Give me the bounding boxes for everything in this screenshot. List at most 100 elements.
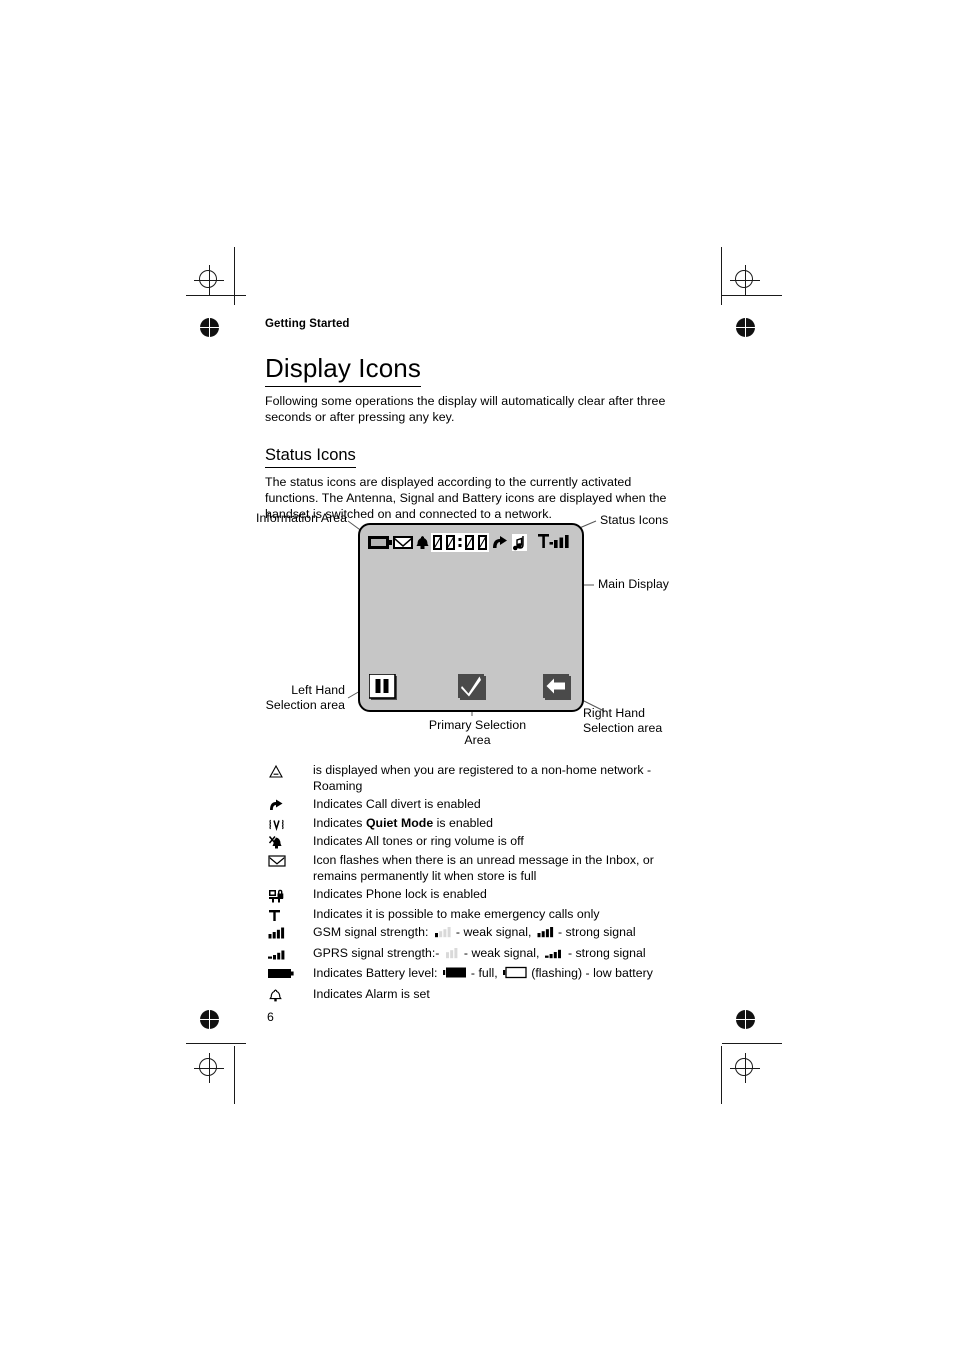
battery-label: Indicates Battery level: [313, 966, 438, 981]
callout-main-display: Main Display [598, 577, 669, 591]
legend-text-unread-message: Icon flashes when there is an unread mes… [313, 852, 654, 883]
legend-row-battery-level: Indicates Battery level: - full, (flashi… [265, 966, 675, 984]
legend-row-call-divert: Indicates Call divert is enabled [265, 797, 675, 813]
trim-line-right-v [721, 247, 723, 305]
quiet-mode-icon [265, 816, 313, 832]
legend-row-phone-lock: Indicates Phone lock is enabled [265, 887, 675, 904]
quiet-mode-text-before: Indicates [313, 815, 366, 830]
registration-mark-top-left [194, 265, 224, 295]
trim-line-bottom-left-h [186, 1043, 246, 1045]
emergency-antenna-icon [265, 907, 313, 923]
legend-text-phone-lock: Indicates Phone lock is enabled [313, 887, 487, 902]
call-divert-icon [265, 797, 313, 812]
call-divert-icon [491, 534, 509, 551]
clock-digit-minute-tens [463, 532, 476, 552]
clock-digit-hour-ones [444, 532, 457, 552]
legend-text-gsm-signal: GSM signal strength: - weak signal, - st… [313, 925, 675, 943]
status-bar [368, 530, 571, 554]
legend-row-unread-message: Icon flashes when there is an unread mes… [265, 853, 675, 885]
gprs-signal-icon [265, 946, 313, 961]
icon-legend-list: is displayed when you are registered to … [265, 763, 675, 1005]
callout-primary-selection-line2: Area [464, 733, 491, 747]
callout-primary-selection-line1: Primary Selection [428, 718, 527, 732]
running-head: Getting Started [265, 318, 350, 330]
battery-full-text: - full, [470, 966, 498, 981]
legend-text-all-tones-off: Indicates All tones or ring volume is of… [313, 834, 524, 849]
section-title-wrap: Status Icons [265, 446, 675, 468]
legend-text-emergency-calls: Indicates it is possible to make emergen… [313, 906, 600, 921]
legend-text-roaming: is displayed when you are registered to … [313, 763, 652, 793]
battery-icon [368, 534, 392, 551]
phone-display-frame [358, 523, 584, 712]
legend-row-gsm-signal: GSM signal strength: - weak signal, - st… [265, 925, 675, 943]
legend-row-alarm: Indicates Alarm is set [265, 987, 675, 1003]
trim-line-top-left-h [186, 295, 246, 297]
gsm-weak-text: - weak signal, [455, 925, 532, 940]
callout-right-hand-line2: Selection area [583, 721, 663, 735]
page-title-wrap: Display Icons [265, 353, 675, 388]
softkey-row [360, 673, 582, 704]
callout-right-hand-line1: Right Hand [583, 706, 646, 720]
alarm-bell-icon [414, 534, 431, 551]
legend-row-roaming: is displayed when you are registered to … [265, 763, 675, 795]
registration-mark-bottom-right [730, 1053, 760, 1083]
callout-left-hand-line2: Selection area [265, 698, 345, 712]
legend-row-gprs-signal: GPRS signal strength:- - weak signal, - … [265, 946, 675, 964]
battery-low-text: (flashing) - low battery [531, 966, 653, 981]
gprs-strong-signal-icon [544, 947, 566, 964]
page-title: Display Icons [265, 353, 421, 388]
roaming-triangle-icon [265, 763, 313, 779]
gprs-strong-text: - strong signal [567, 945, 646, 960]
gsm-weak-signal-icon [434, 926, 454, 943]
registration-dot-bottom-left [200, 1010, 219, 1029]
battery-low-icon [503, 966, 529, 984]
music-note-icon [512, 533, 527, 551]
trim-line-bottom-left-v [234, 1046, 236, 1104]
antenna-signal-icon [538, 533, 571, 551]
battery-full-icon [442, 966, 469, 984]
right-softkey-left-arrow-icon[interactable] [543, 674, 573, 702]
quiet-mode-text-bold: Quiet Mode [365, 815, 434, 830]
clock-digit-hour-tens [431, 532, 444, 552]
registration-circle [735, 1058, 753, 1076]
gprs-weak-text: - weak signal, [463, 945, 540, 960]
battery-icon [265, 966, 313, 980]
callout-information-area: Information Area [256, 511, 348, 525]
registration-mark-top-right [730, 265, 760, 295]
intro-paragraph: Following some operations the display wi… [265, 394, 666, 425]
trim-line-left-v [234, 247, 236, 305]
muted-bell-icon [265, 834, 313, 850]
page-number: 6 [267, 1010, 274, 1024]
gsm-label: GSM signal strength: [313, 925, 429, 940]
quiet-mode-text-after: is enabled [433, 815, 493, 830]
legend-text-battery-level: Indicates Battery level: - full, (flashi… [313, 966, 675, 984]
section-title: Status Icons [265, 446, 356, 468]
registration-dot-bottom-right [736, 1010, 755, 1029]
trim-line-bottom-right-h [722, 1043, 782, 1045]
registration-mark-bottom-left [194, 1053, 224, 1083]
legend-row-emergency-calls: Indicates it is possible to make emergen… [265, 907, 675, 923]
legend-row-quiet-mode: Indicates Quiet Mode is enabled [265, 816, 675, 832]
envelope-icon [265, 853, 313, 868]
gprs-weak-signal-icon [445, 947, 462, 964]
callout-status-icons: Status Icons [600, 513, 669, 527]
registration-dot-top-right [736, 318, 755, 337]
legend-text-call-divert: Indicates Call divert is enabled [313, 797, 481, 812]
gsm-signal-icon [265, 925, 313, 940]
legend-text-quiet-mode: Indicates Quiet Mode is enabled [313, 816, 675, 832]
alarm-bell-icon [265, 987, 313, 1003]
trim-line-top-right-h [722, 295, 782, 297]
registration-dot-top-left [200, 318, 219, 337]
envelope-icon [392, 534, 414, 551]
registration-circle [199, 1058, 217, 1076]
gsm-strong-text: - strong signal [557, 925, 636, 940]
gprs-label: GPRS signal strength:- [313, 945, 440, 960]
gsm-strong-signal-icon [537, 926, 556, 943]
page-content: Getting Started Display Icons Following … [265, 318, 675, 522]
primary-softkey-checkmark-icon[interactable] [458, 674, 488, 702]
registration-circle [735, 270, 753, 288]
trim-line-bottom-right-v [721, 1046, 723, 1104]
left-softkey-pause-bars-icon[interactable] [368, 673, 399, 702]
callout-left-hand-line1: Left Hand [291, 683, 345, 697]
clock-digit-minute-ones [476, 532, 489, 552]
